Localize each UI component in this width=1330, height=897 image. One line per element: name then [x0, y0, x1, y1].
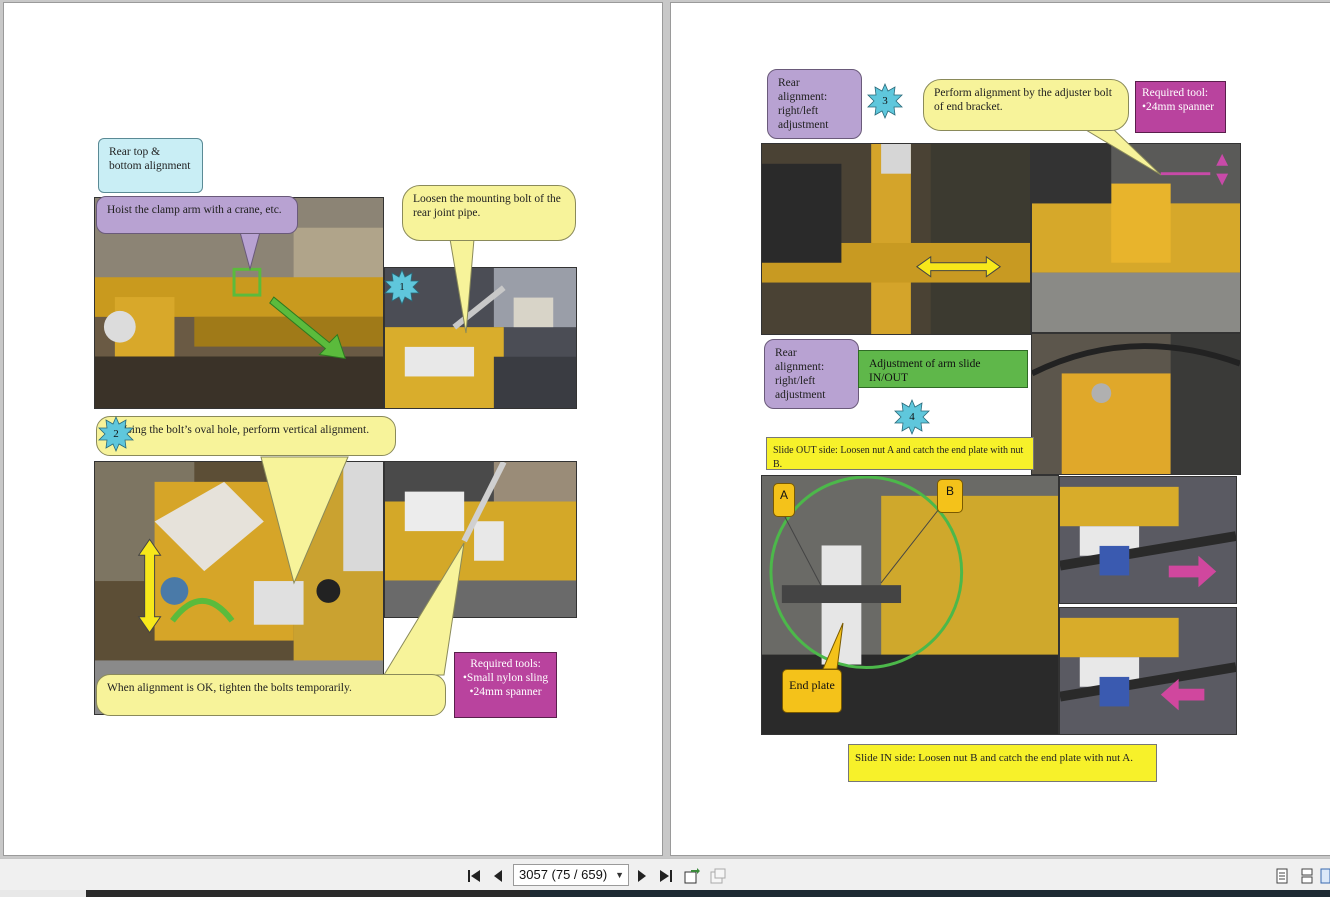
chevron-down-icon: ▼ — [615, 870, 624, 880]
status-bar-left — [0, 890, 86, 897]
next-page-icon[interactable] — [632, 866, 652, 886]
label-nut-b: B — [937, 479, 963, 513]
required-tool-title: Required tool: — [1142, 87, 1209, 99]
step-badge-4: 4 — [894, 399, 930, 435]
go-forward-icon[interactable] — [708, 866, 728, 886]
slide-out-box: Slide OUT side: Loosen nut A and catch t… — [766, 437, 1034, 470]
label-nut-a: A — [773, 483, 795, 517]
label-nut-a-text: A — [779, 488, 788, 502]
document-viewer: Rear top & bottom alignment Hoist the cl… — [0, 0, 1330, 858]
step-badge-1: 1 — [384, 269, 420, 305]
callout-hoist: Hoist the clamp arm with a crane, etc. — [96, 196, 298, 234]
callout-oval-hole: Using the bolt’s oval hole, perform vert… — [96, 416, 396, 456]
page-number-value: 3057 (75 / 659) — [519, 867, 608, 882]
required-tool-item: •24mm spanner — [1142, 101, 1215, 113]
callout-rear-lr-bottom-text: Rear alignment: right/left adjustment — [775, 347, 826, 401]
required-tool-box: Required tool: •24mm spanner — [1135, 81, 1226, 133]
required-tools-title: Required tools: — [470, 658, 541, 670]
callout-tighten: When alignment is OK, tighten the bolts … — [96, 674, 446, 716]
go-back-icon[interactable] — [682, 866, 702, 886]
label-nut-b-text: B — [945, 484, 954, 498]
callout-arm-slide: Adjustment of arm slide IN/OUT — [858, 350, 1028, 388]
navigation-toolbar: 3057 (75 / 659) ▼ — [0, 858, 1330, 890]
single-page-view-icon[interactable] — [1272, 866, 1292, 886]
step-badge-2-text: 2 — [113, 428, 119, 440]
status-bar — [0, 890, 1330, 897]
callout-loosen-bolt: Loosen the mounting bolt of the rear joi… — [402, 185, 576, 241]
callout-adjuster-bolt: Perform alignment by the adjuster bolt o… — [923, 79, 1129, 131]
required-tools-item-1: •Small nylon sling — [462, 672, 549, 684]
callout-arm-slide-text: Adjustment of arm slide IN/OUT — [869, 358, 981, 384]
status-bar-right — [530, 890, 1330, 897]
step-badge-2: 2 — [98, 416, 134, 452]
left-page: Rear top & bottom alignment Hoist the cl… — [3, 2, 663, 856]
callout-rear-lr-top: Rear alignment: right/left adjustment — [767, 69, 862, 139]
callout-rear-top-bottom: Rear top & bottom alignment — [98, 138, 203, 193]
step-badge-1-text: 1 — [399, 281, 405, 293]
callout-adjuster-bolt-text: Perform alignment by the adjuster bolt o… — [934, 87, 1112, 113]
label-end-plate-text: End plate — [789, 678, 835, 692]
required-tools-box: Required tools: •Small nylon sling •24mm… — [454, 652, 557, 718]
callout-tighten-text: When alignment is OK, tighten the bolts … — [107, 682, 352, 694]
callout-oval-hole-text: Using the bolt’s oval hole, perform vert… — [119, 424, 370, 436]
step-badge-3-text: 3 — [882, 95, 888, 107]
step-badge-3: 3 — [867, 83, 903, 119]
required-tools-item-2: •24mm spanner — [469, 686, 542, 698]
callout-rear-top-bottom-text: Rear top & bottom alignment — [109, 146, 191, 172]
callout-rear-lr-top-text: Rear alignment: right/left adjustment — [778, 77, 829, 131]
step-badge-4-text: 4 — [909, 411, 915, 423]
first-page-icon[interactable] — [464, 866, 484, 886]
slide-in-box: Slide IN side: Loosen nut B and catch th… — [848, 744, 1157, 782]
slide-in-text: Slide IN side: Loosen nut B and catch th… — [855, 752, 1134, 764]
callout-loosen-bolt-text: Loosen the mounting bolt of the rear joi… — [413, 193, 561, 219]
label-end-plate: End plate — [782, 669, 842, 713]
previous-page-icon[interactable] — [488, 866, 508, 886]
page-number-select[interactable]: 3057 (75 / 659) ▼ — [513, 864, 629, 886]
continuous-view-icon[interactable] — [1297, 866, 1317, 886]
right-page: Rear alignment: right/left adjustment Pe… — [670, 2, 1330, 856]
facing-view-icon[interactable] — [1320, 866, 1330, 886]
last-page-icon[interactable] — [656, 866, 676, 886]
slide-out-text: Slide OUT side: Loosen nut A and catch t… — [773, 445, 1024, 470]
callout-hoist-text: Hoist the clamp arm with a crane, etc. — [107, 204, 282, 216]
callout-rear-lr-bottom: Rear alignment: right/left adjustment — [764, 339, 859, 409]
